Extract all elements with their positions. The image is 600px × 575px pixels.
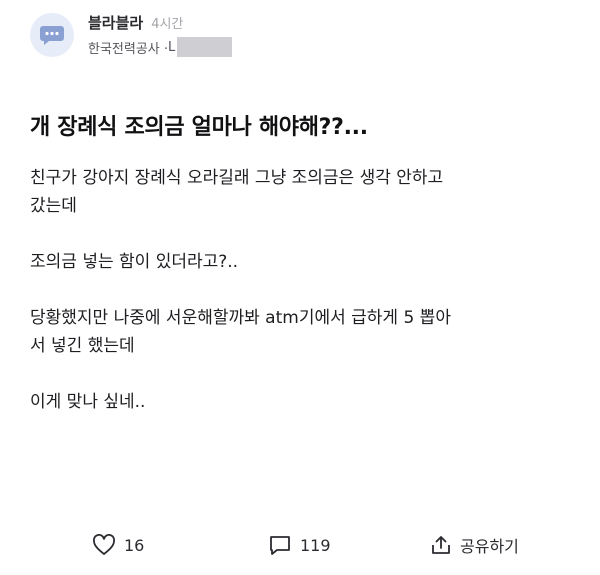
share-button[interactable]: 공유하기 — [430, 530, 519, 560]
avatar[interactable] — [30, 12, 74, 57]
post-line: 당황했지만 나중에 서운해할까봐 atm기에서 급하게 5 뽑아 — [30, 308, 451, 328]
heart-outline-icon — [93, 534, 115, 555]
post-paragraph: 이게 맞나 싶네.. — [30, 388, 575, 416]
author-header: 블라블라 4시간 한국전력공사 · L — [30, 12, 233, 57]
author-name[interactable]: 블라블라 — [88, 12, 143, 33]
post-line: 친구가 강아지 장례식 오라길래 그냥 조의금은 생각 안하고 — [30, 168, 444, 188]
comment-bubble-icon — [270, 536, 290, 555]
post-body: 친구가 강아지 장례식 오라길래 그냥 조의금은 생각 안하고 갔는데 조의금 … — [30, 164, 575, 416]
post-detail-page: 블라블라 4시간 한국전력공사 · L 개 장례식 조의금 얼마나 해야해??.… — [0, 0, 600, 575]
comment-count: 119 — [300, 535, 331, 555]
company-name: 한국전력공사 · — [88, 41, 169, 57]
comment-button[interactable]: 119 — [268, 530, 331, 560]
company-line: 한국전력공사 · L — [88, 37, 233, 57]
share-label: 공유하기 — [460, 537, 519, 556]
share-upload-icon — [432, 536, 450, 554]
post-line: 서 넣긴 했는데 — [30, 336, 135, 356]
post-line: 조의금 넣는 함이 있더라고?.. — [30, 252, 239, 272]
job-initial: L — [168, 39, 176, 55]
post-paragraph: 친구가 강아지 장례식 오라길래 그냥 조의금은 생각 안하고 갔는데 — [30, 164, 575, 220]
redaction-box — [177, 37, 233, 57]
post-title: 개 장례식 조의금 얼마나 해야해??... — [30, 115, 368, 140]
like-count: 16 — [124, 535, 145, 555]
like-button[interactable]: 16 — [92, 530, 144, 560]
post-paragraph: 당황했지만 나중에 서운해할까봐 atm기에서 급하게 5 뽑아 서 넣긴 했는… — [30, 304, 575, 360]
post-actions-bar: 16 119 공유하기 — [0, 530, 600, 560]
chat-bubble-icon — [40, 25, 64, 45]
post-line: 갔는데 — [30, 196, 77, 216]
author-meta: 블라블라 4시간 한국전력공사 · L — [88, 12, 233, 57]
post-paragraph: 조의금 넣는 함이 있더라고?.. — [30, 248, 575, 276]
author-line: 블라블라 4시간 — [88, 12, 232, 33]
post-time: 4시간 — [151, 17, 184, 32]
post-line: 이게 맞나 싶네.. — [30, 392, 146, 412]
